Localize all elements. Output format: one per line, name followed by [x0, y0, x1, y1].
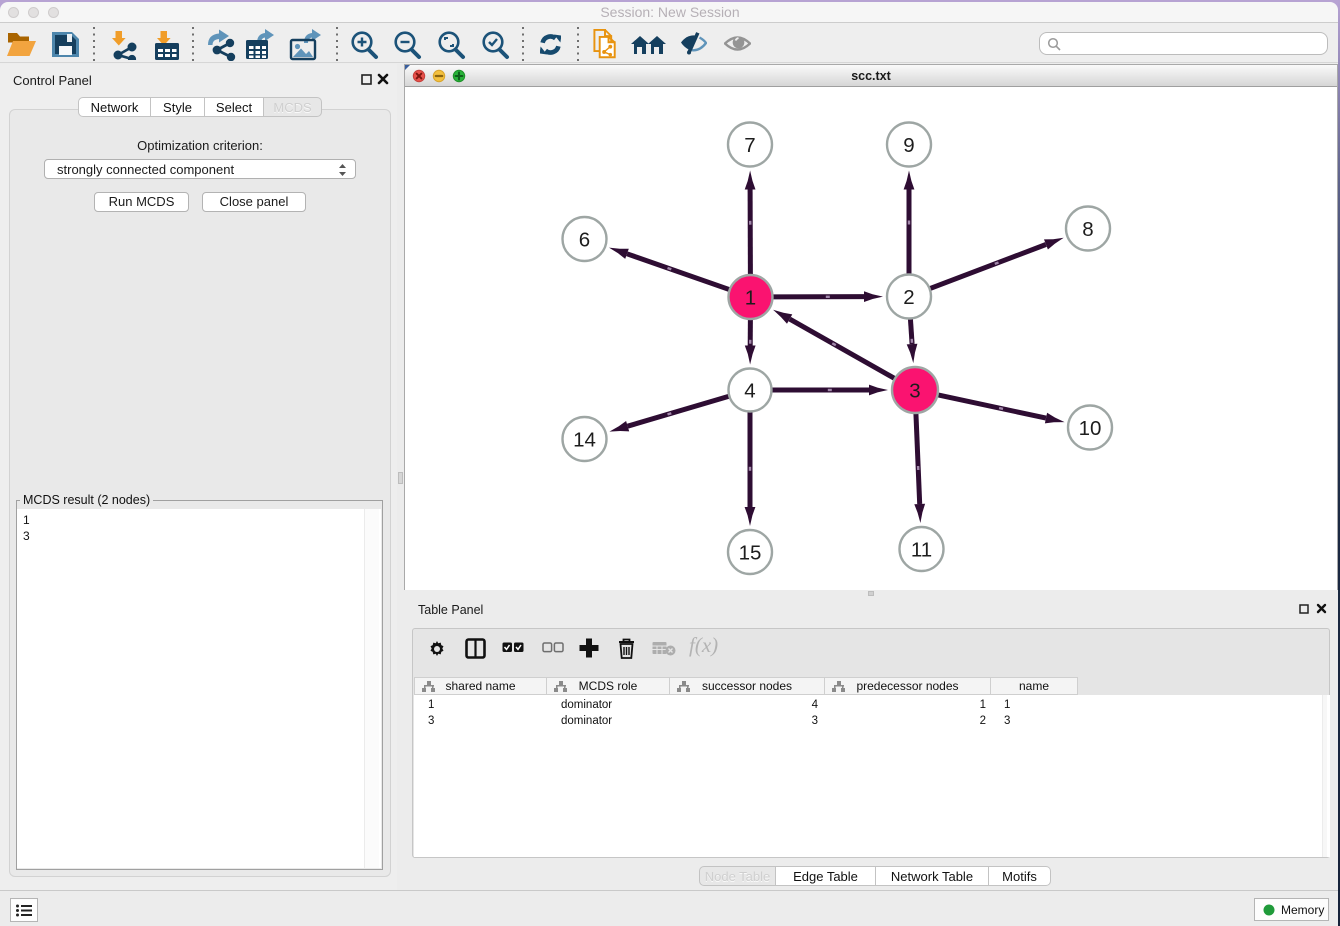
svg-text:6: 6	[579, 229, 590, 252]
svg-text:11: 11	[911, 539, 932, 562]
svg-text:1: 1	[745, 287, 756, 310]
svg-text:2: 2	[903, 286, 914, 309]
svg-text:4: 4	[744, 380, 755, 403]
svg-text:14: 14	[573, 429, 596, 452]
svg-text:9: 9	[903, 134, 914, 157]
svg-text:15: 15	[739, 542, 762, 565]
svg-text:10: 10	[1079, 417, 1102, 440]
svg-text:8: 8	[1082, 218, 1093, 241]
svg-text:3: 3	[909, 380, 920, 403]
svg-text:7: 7	[744, 134, 755, 157]
